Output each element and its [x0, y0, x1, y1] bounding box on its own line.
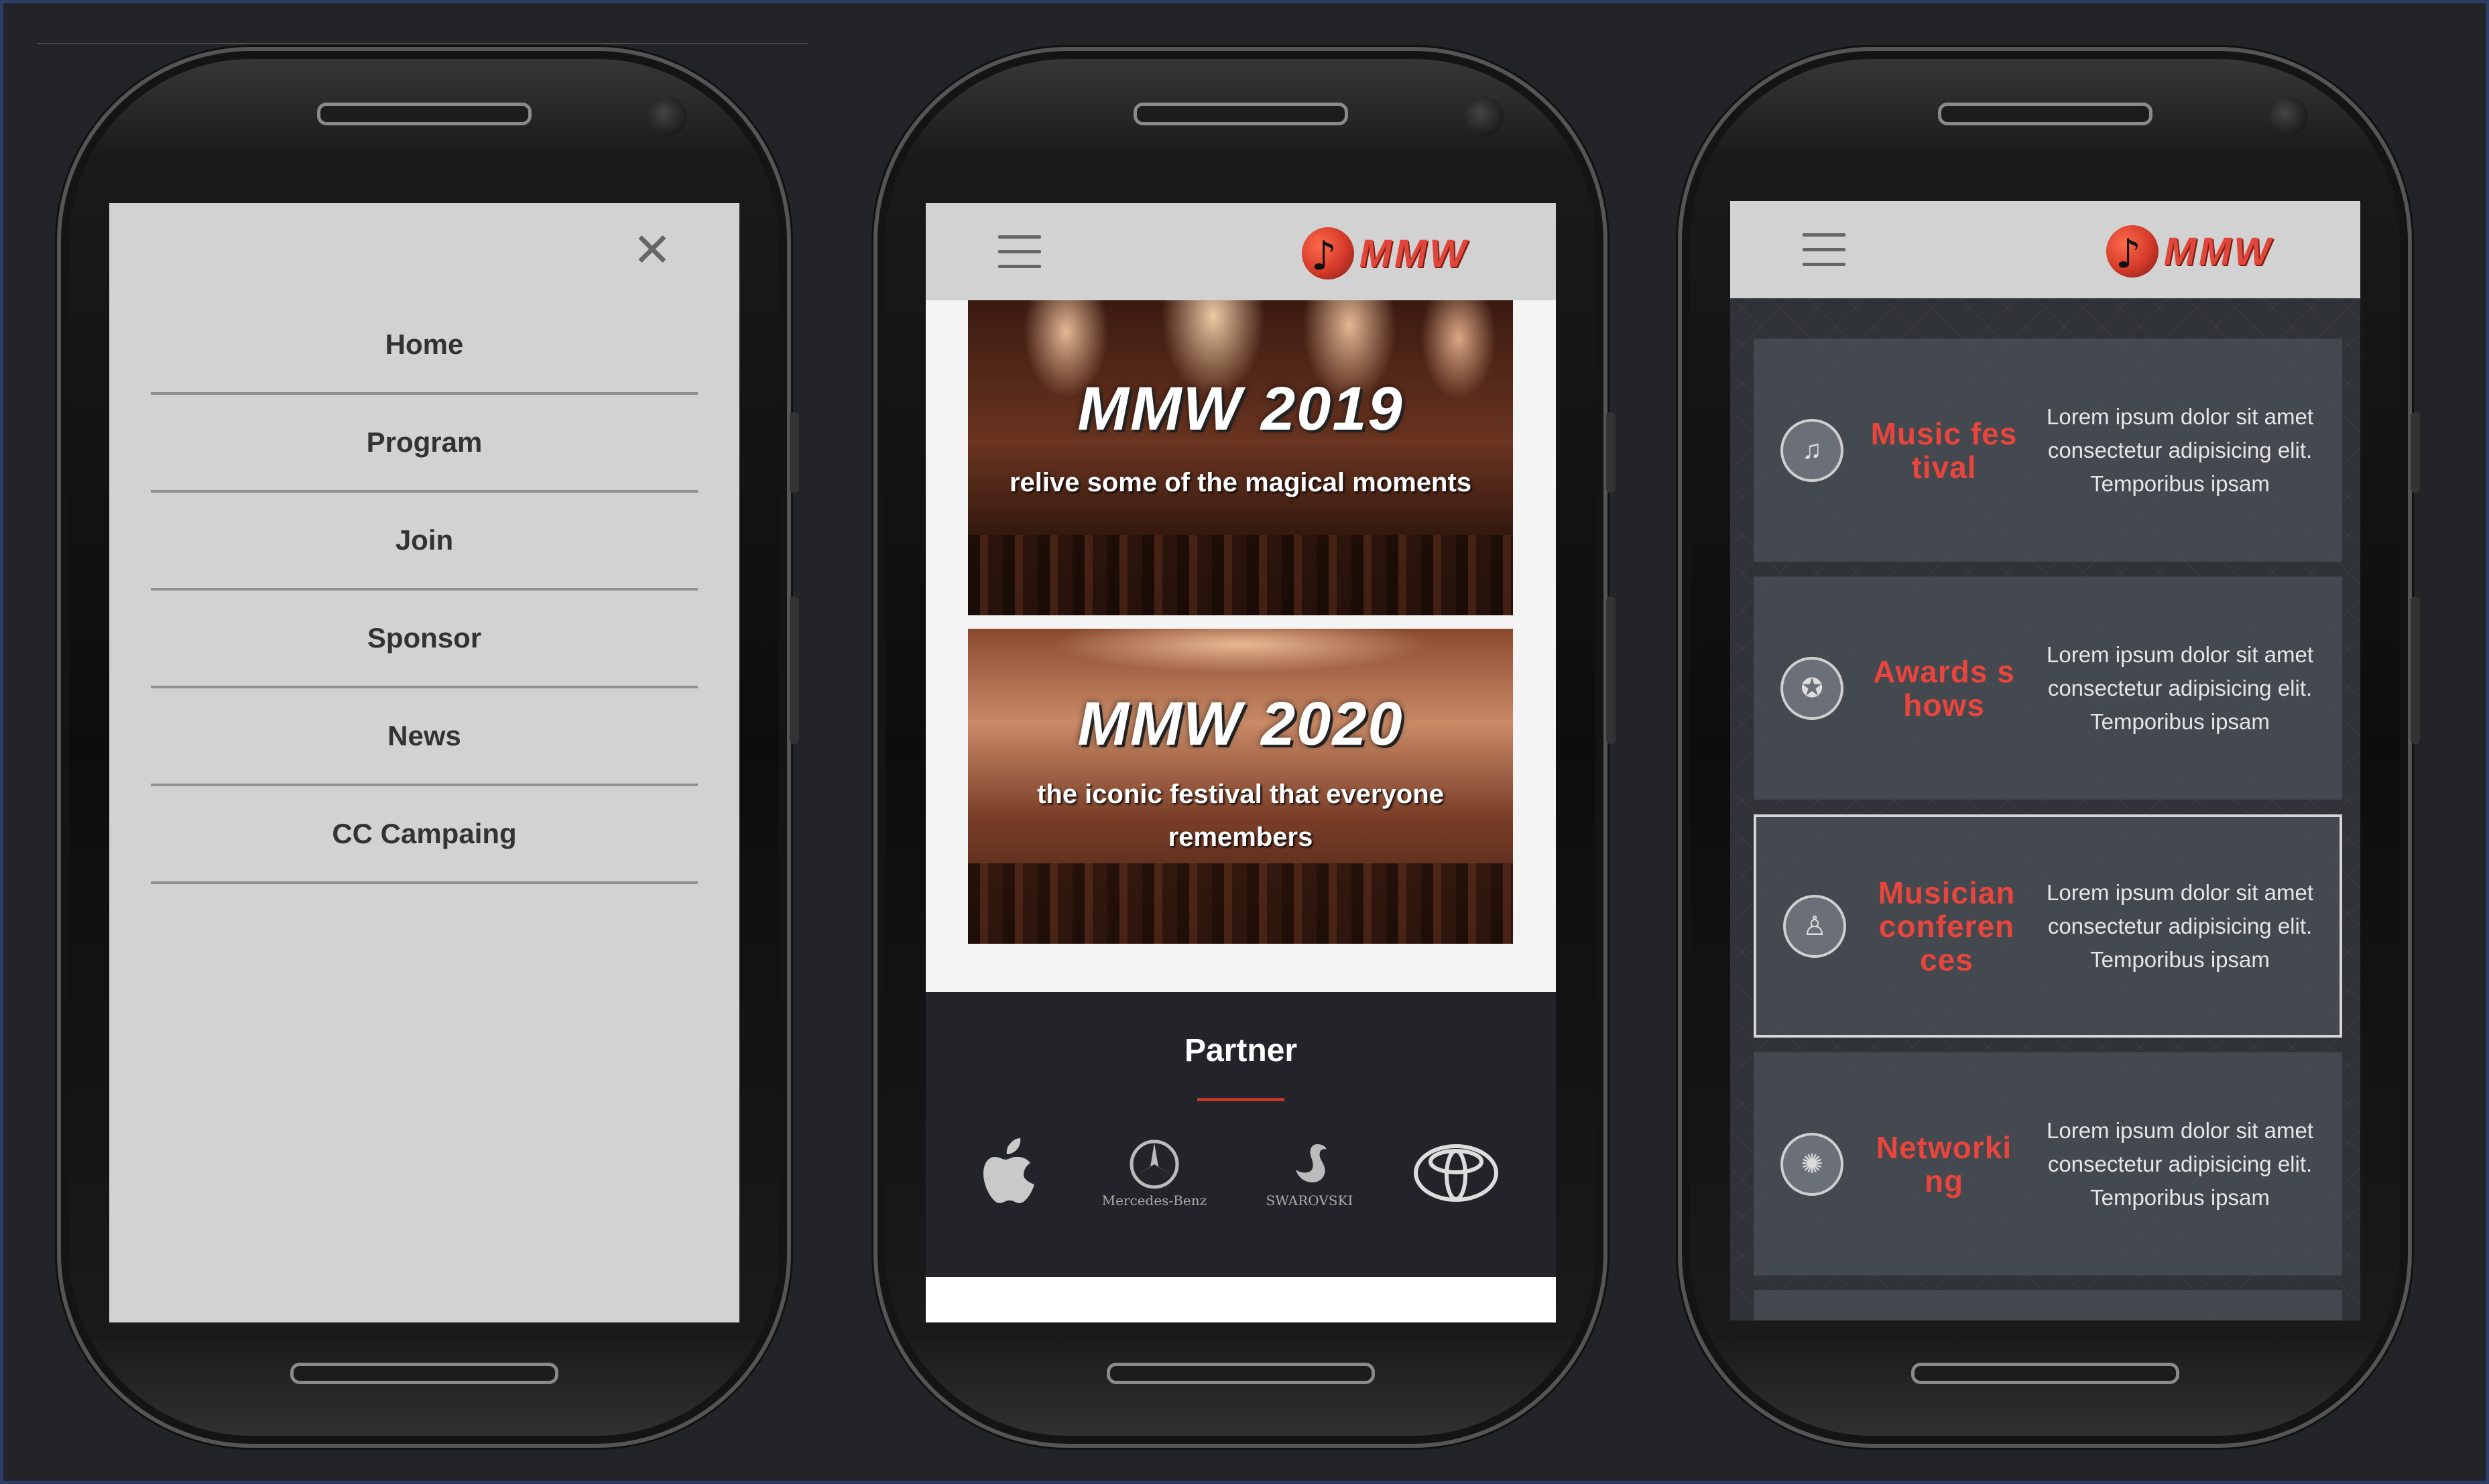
- home-screen: ♪ MMW MMW 2019 relive some of the magica…: [926, 203, 1556, 1322]
- phone-camera: [1465, 97, 1504, 136]
- phone-home-button: [1910, 1363, 2179, 1384]
- app-header: ♪ MMW: [926, 203, 1556, 300]
- menu-item-news[interactable]: News: [151, 688, 698, 786]
- service-title: Networking: [1876, 1129, 2012, 1198]
- service-card-awards-shows[interactable]: ✪ Awards shows Lorem ipsum dolor sit ame…: [1754, 576, 2342, 800]
- mercedes-benz-logo[interactable]: Mercedes-Benz: [1102, 1137, 1207, 1209]
- phone-power-button: [790, 597, 799, 744]
- mercedes-star-icon: [1130, 1139, 1179, 1189]
- apple-logo-icon: [983, 1138, 1035, 1203]
- partner-heading: Partner: [1184, 1033, 1298, 1068]
- music-note-disc-icon: ♪: [1301, 227, 1354, 280]
- service-card-networking[interactable]: ✺ Networking Lorem ipsum dolor sit amet …: [1754, 1052, 2342, 1276]
- phone-volume-button: [790, 412, 799, 493]
- service-description: Lorem ipsum dolor sit amet consectetur a…: [2047, 641, 2313, 734]
- event-subtitle: relive some of the magical moments: [1009, 468, 1472, 497]
- logo-text: MMW: [2163, 229, 2273, 273]
- phone-mockup-services: ♪ MMW ♫ Music festival Lorem ipsum dolor…: [1678, 47, 2420, 1448]
- menu-item-home[interactable]: Home: [151, 297, 698, 395]
- phone-speaker: [316, 103, 532, 125]
- phone-home-button: [1106, 1363, 1375, 1384]
- partner-logos: Mercedes-Benz SWAROVSKI: [926, 1133, 1556, 1213]
- phone-speaker: [1937, 103, 2152, 125]
- award-medal-icon: ✪: [1780, 656, 1843, 720]
- apple-logo[interactable]: [982, 1136, 1042, 1210]
- brand-logo[interactable]: ♪ MMW: [1301, 223, 1469, 284]
- service-title: Awards shows: [1873, 654, 2015, 723]
- menu-item-join[interactable]: Join: [151, 493, 698, 591]
- phone-mockup-home: ♪ MMW MMW 2019 relive some of the magica…: [873, 47, 1616, 1448]
- service-description: Lorem ipsum dolor sit amet consectetur a…: [2047, 404, 2313, 496]
- app-header: ♪ MMW: [1730, 201, 2360, 298]
- phone-volume-button: [2411, 412, 2420, 493]
- orchestra-silhouette: [968, 863, 1513, 944]
- event-card-2019[interactable]: MMW 2019 relive some of the magical mome…: [968, 300, 1513, 615]
- network-people-icon: ✺: [1780, 1132, 1843, 1196]
- phone-speaker: [1133, 103, 1348, 125]
- menu-item-sponsor[interactable]: Sponsor: [151, 591, 698, 688]
- event-title: MMW 2020: [1077, 690, 1404, 758]
- service-card-musician-conferences[interactable]: ♙ Musician conferences Lorem ipsum dolor…: [1754, 814, 2342, 1038]
- phone-mockup-menu: ✕ Home Program Join Sponsor News CC Camp…: [57, 47, 799, 1448]
- events-section: MMW 2019 relive some of the magical mome…: [926, 300, 1556, 992]
- services-list: ♫ Music festival Lorem ipsum dolor sit a…: [1730, 298, 2360, 1320]
- nav-menu: Home Program Join Sponsor News CC Campai…: [151, 297, 698, 884]
- phone-camera: [648, 97, 687, 136]
- partner-underline: [1197, 1098, 1284, 1101]
- menu-item-program[interactable]: Program: [151, 395, 698, 493]
- service-title: Musician conferences: [1878, 875, 2016, 977]
- brand-logo[interactable]: ♪ MMW: [2106, 221, 2273, 282]
- swarovski-label: SWAROVSKI: [1266, 1192, 1353, 1209]
- swan-icon: [1296, 1144, 1327, 1183]
- close-icon[interactable]: ✕: [632, 227, 672, 273]
- logo-text: MMW: [1359, 231, 1469, 275]
- hamburger-menu-icon[interactable]: [1803, 233, 1845, 267]
- phone-volume-button: [1606, 412, 1616, 493]
- phone-home-button: [290, 1363, 558, 1384]
- phone-power-button: [2411, 597, 2420, 744]
- stage-silhouette: [968, 535, 1513, 615]
- menu-screen: ✕ Home Program Join Sponsor News CC Camp…: [109, 203, 739, 1322]
- service-title: Music festival: [1870, 416, 2018, 485]
- services-screen: ♪ MMW ♫ Music festival Lorem ipsum dolor…: [1730, 201, 2360, 1320]
- partner-section: Partner Mercedes-Benz SWAROVSKI: [926, 992, 1556, 1277]
- music-note-disc-icon: ♪: [2106, 225, 2159, 277]
- toyota-emblem-icon: [1413, 1144, 1498, 1202]
- conference-people-icon: ♙: [1783, 894, 1846, 958]
- top-divider: [37, 43, 808, 44]
- event-subtitle: the iconic festival that everyone rememb…: [1037, 780, 1444, 852]
- toyota-logo[interactable]: [1412, 1143, 1500, 1203]
- mercedes-label: Mercedes-Benz: [1101, 1192, 1207, 1209]
- menu-item-cc-campaing[interactable]: CC Campaing: [151, 786, 698, 884]
- phone-power-button: [1606, 597, 1616, 744]
- phone-camera: [2269, 97, 2308, 136]
- event-card-2020[interactable]: MMW 2020 the iconic festival that everyo…: [968, 629, 1513, 944]
- hamburger-menu-icon[interactable]: [998, 235, 1041, 269]
- service-card-music-festival[interactable]: ♫ Music festival Lorem ipsum dolor sit a…: [1754, 338, 2342, 562]
- service-card-partial[interactable]: [1754, 1290, 2342, 1320]
- service-description: Lorem ipsum dolor sit amet consectetur a…: [2047, 1117, 2313, 1210]
- swarovski-logo[interactable]: SWAROVSKI: [1266, 1137, 1353, 1209]
- music-festival-icon: ♫: [1780, 418, 1843, 482]
- event-title: MMW 2019: [1077, 375, 1404, 443]
- service-description: Lorem ipsum dolor sit amet consectetur a…: [2047, 879, 2313, 972]
